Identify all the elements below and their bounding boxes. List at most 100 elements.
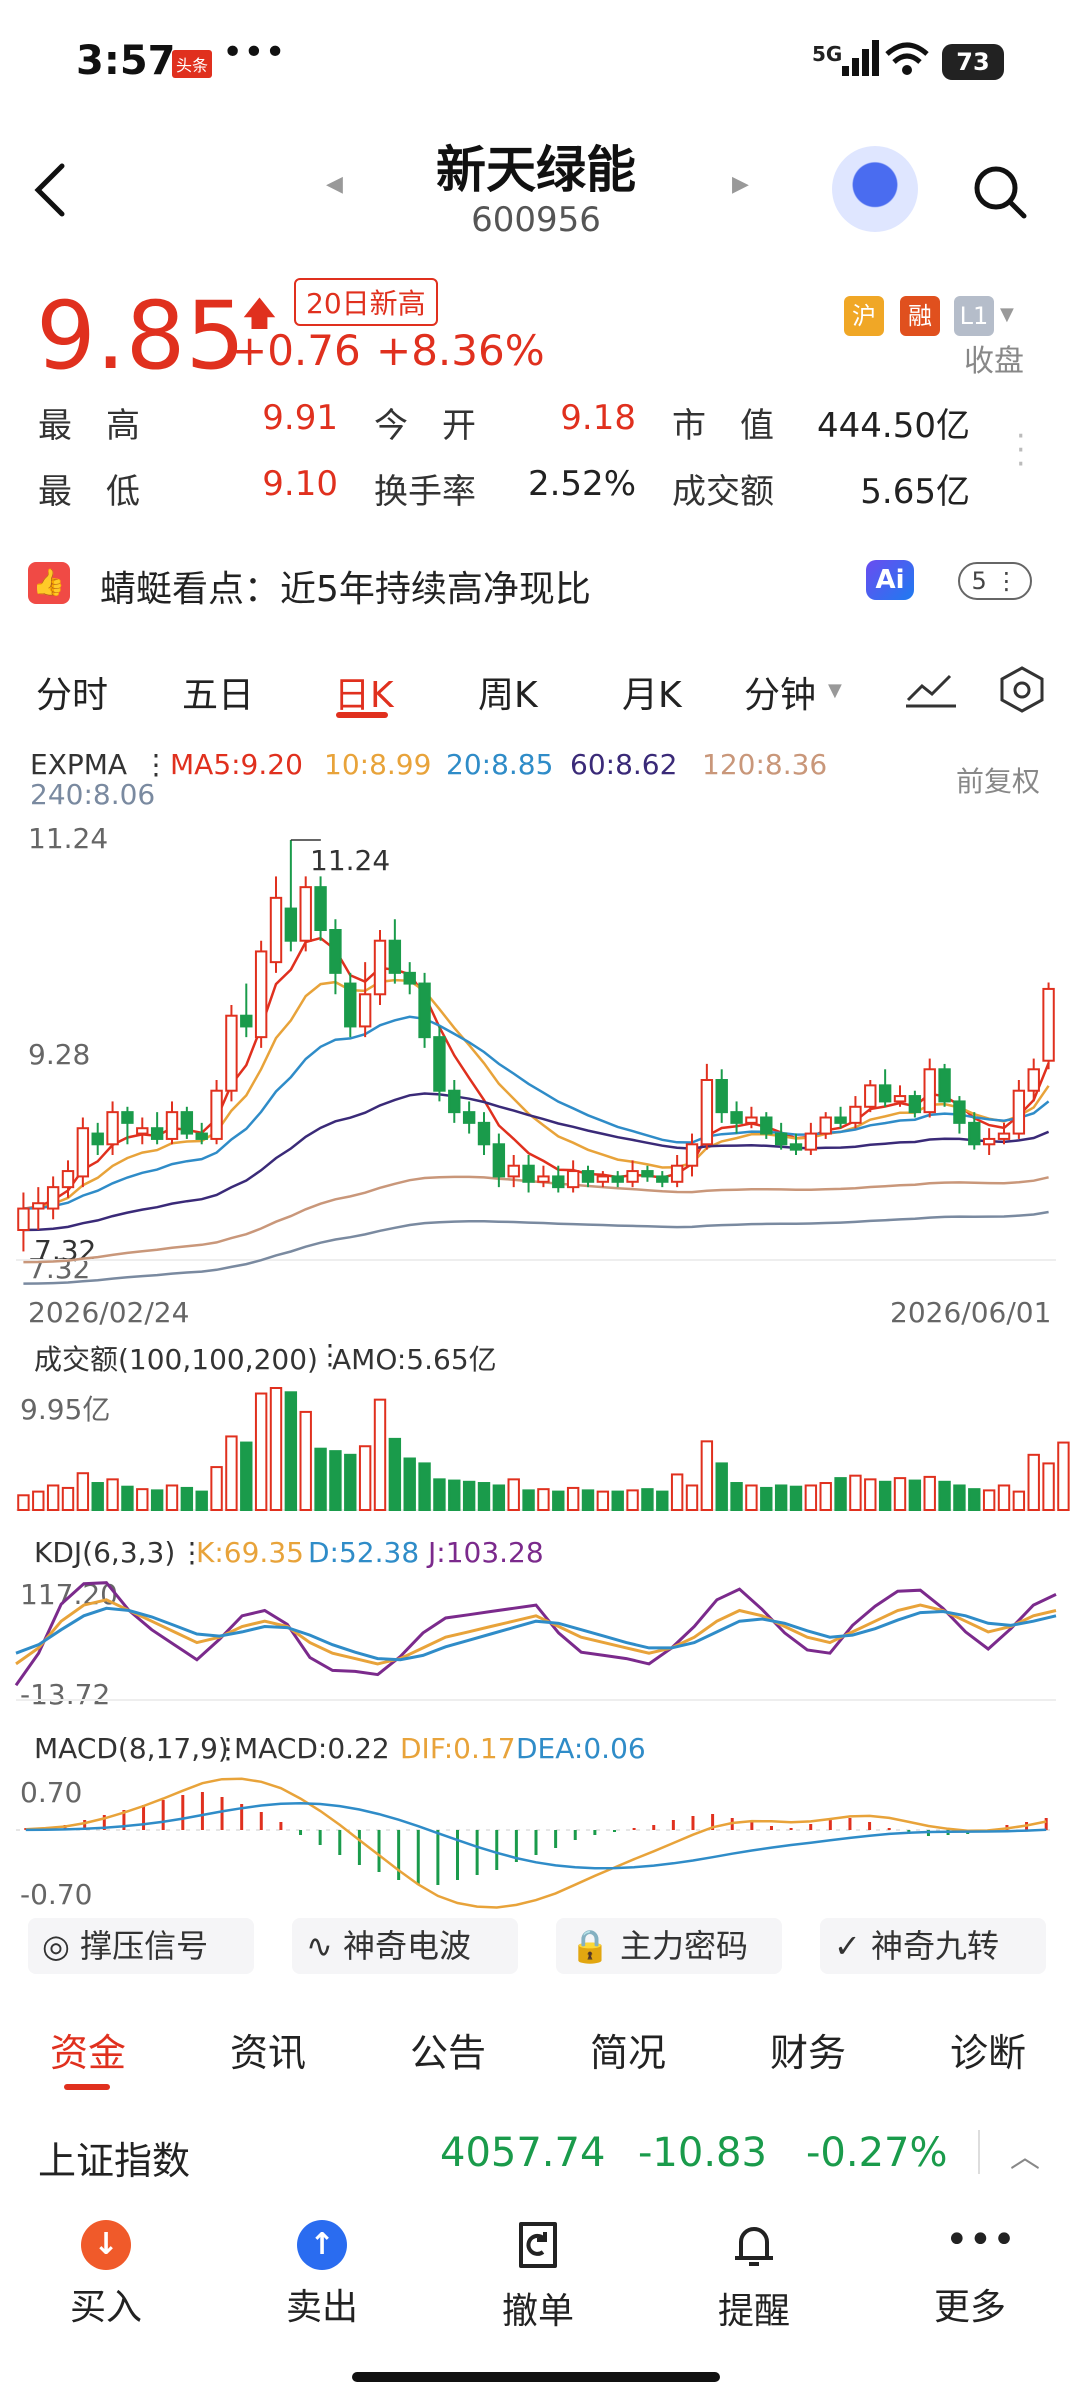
candle-body <box>685 1143 699 1167</box>
candle-body <box>804 1132 818 1151</box>
volume-bar <box>254 1392 268 1511</box>
assistant-robot-icon[interactable] <box>832 146 918 232</box>
network-label: 5G <box>812 42 843 66</box>
volume-bar <box>1012 1490 1026 1511</box>
tab-day-k[interactable]: 日K <box>334 666 394 718</box>
volume-bars <box>17 1387 1070 1512</box>
tab-minute[interactable]: 分钟 <box>744 666 816 718</box>
volume-bar <box>982 1489 996 1511</box>
tab-week-k[interactable]: 周K <box>478 666 538 718</box>
alert-button[interactable]: 提醒 <box>684 2220 824 2334</box>
settings-hexagon-icon[interactable] <box>996 664 1048 714</box>
main-force-button[interactable]: 🔒 主力密码 <box>556 1918 782 1974</box>
action-label: 买入 <box>69 2287 142 2328</box>
candle-body <box>864 1084 877 1108</box>
price-change-percent: +8.36% <box>376 326 545 375</box>
volume-bar <box>299 1410 312 1511</box>
candle-body <box>299 886 312 942</box>
chart-grid <box>16 1259 1056 1831</box>
volume-bar <box>997 1484 1011 1512</box>
candle-body <box>284 907 298 942</box>
candle-body <box>908 1095 922 1114</box>
current-price: 9.85 <box>36 282 246 391</box>
candle-body <box>626 1170 639 1183</box>
tab-funds[interactable]: 资金 <box>50 2022 126 2077</box>
tab-month-k[interactable]: 月K <box>622 666 682 718</box>
stat-value: 9.10 <box>262 464 338 504</box>
feature-label: 撑压信号 <box>80 1927 209 1965</box>
notification-dots-icon: ••• <box>222 32 286 73</box>
volume-bar <box>774 1484 788 1512</box>
candle-body <box>121 1111 134 1124</box>
stat-label: 最 低 <box>38 472 140 512</box>
volume-bar <box>715 1462 728 1512</box>
candle-body <box>968 1121 981 1146</box>
candle-body <box>314 886 327 931</box>
stat-value: 9.91 <box>262 398 338 438</box>
volume-bar <box>91 1482 104 1512</box>
tab-overview[interactable]: 简况 <box>590 2022 666 2077</box>
index-name[interactable]: 上证指数 <box>38 2130 190 2185</box>
search-icon[interactable] <box>970 162 1030 222</box>
thumbs-up-icon: 👍 <box>28 562 70 604</box>
volume-bar <box>968 1488 981 1511</box>
kdj-lines <box>14 1581 1057 1687</box>
stat-label: 最 高 <box>38 406 140 446</box>
price-change: +0.76 <box>232 326 361 375</box>
stat-value: 9.18 <box>560 398 636 438</box>
stat-label: 换手率 <box>374 472 476 512</box>
next-stock-icon[interactable]: ▶ <box>732 172 749 197</box>
indicator-line-icon[interactable] <box>904 668 958 710</box>
more-button[interactable]: ••• 更多 <box>900 2220 1040 2330</box>
cancel-order-icon <box>519 2222 557 2268</box>
tab-finance[interactable]: 财务 <box>770 2022 846 2077</box>
volume-bar <box>670 1473 684 1511</box>
volume-bar <box>1027 1453 1040 1511</box>
support-resistance-button[interactable]: ◎ 撑压信号 <box>28 1918 254 1974</box>
stat-value: 5.65亿 <box>860 472 970 512</box>
sell-button[interactable]: ↑ 卖出 <box>252 2220 392 2330</box>
magic-wave-button[interactable]: ∿ 神奇电波 <box>292 1918 518 1974</box>
volume-bar <box>566 1486 580 1511</box>
tab-five-day[interactable]: 五日 <box>182 666 254 718</box>
cancel-order-button[interactable]: 撤单 <box>468 2220 608 2334</box>
level-tag[interactable]: L1 <box>954 296 994 336</box>
stat-label: 成交额 <box>672 472 774 512</box>
candle-body <box>522 1164 535 1183</box>
feature-label: 主力密码 <box>620 1927 749 1965</box>
stock-chart[interactable] <box>0 740 1072 1910</box>
volume-bar <box>492 1484 506 1512</box>
chevron-up-icon[interactable]: ︿ <box>1010 2132 1040 2176</box>
insight-count[interactable]: 5 ⋮ <box>958 562 1032 600</box>
market-status: 收盘 <box>964 344 1024 379</box>
tab-diagnosis[interactable]: 诊断 <box>950 2022 1026 2077</box>
candle-body <box>566 1170 580 1189</box>
feature-label: 神奇九转 <box>870 1927 999 1965</box>
more-icon: ••• <box>945 2217 1016 2263</box>
volume-bar <box>552 1490 565 1511</box>
home-indicator[interactable] <box>352 2372 720 2382</box>
tab-timeshare[interactable]: 分时 <box>36 666 108 718</box>
volume-bar <box>284 1391 298 1511</box>
candle-body <box>507 1164 520 1178</box>
volume-bar <box>611 1490 624 1511</box>
minute-dropdown-icon[interactable]: ▼ <box>828 680 842 701</box>
magic-nine-button[interactable]: ✓ 神奇九转 <box>820 1918 1046 1974</box>
insight-text[interactable]: 蜻蜓看点：近5年持续高净现比 <box>100 560 591 612</box>
buy-button[interactable]: ↓ 买入 <box>36 2220 176 2330</box>
ai-icon[interactable]: Ai <box>866 560 914 600</box>
volume-bar <box>225 1435 238 1512</box>
tab-news[interactable]: 资讯 <box>230 2022 306 2077</box>
stat-value: 2.52% <box>527 464 636 504</box>
tab-announcements[interactable]: 公告 <box>410 2022 486 2077</box>
candle-body <box>611 1175 624 1183</box>
volume-bar <box>819 1482 832 1512</box>
chevron-down-icon[interactable]: ▼ <box>1000 304 1014 325</box>
candle-body <box>150 1127 164 1140</box>
more-vertical-icon[interactable]: · · · <box>1016 422 1026 480</box>
candle-body <box>819 1116 832 1135</box>
candle-body <box>849 1105 862 1124</box>
candle-body <box>388 939 402 974</box>
volume-bar <box>656 1490 669 1511</box>
prev-stock-icon[interactable]: ◀ <box>326 172 343 197</box>
